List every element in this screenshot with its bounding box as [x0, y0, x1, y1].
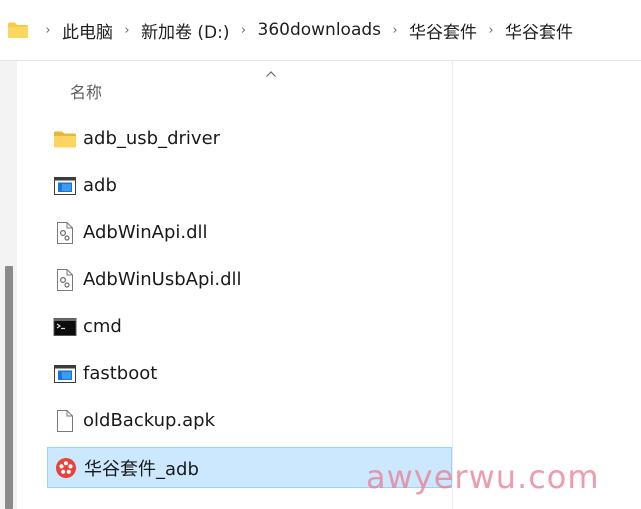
blank-file-icon: [53, 409, 77, 433]
chevron-right-icon[interactable]: ›: [35, 23, 61, 38]
chevron-right-icon[interactable]: ›: [114, 23, 140, 38]
terminal-icon: [53, 315, 77, 339]
list-item[interactable]: oldBackup.apk: [47, 401, 451, 440]
list-item[interactable]: AdbWinUsbApi.dll: [47, 260, 451, 299]
application-icon: [53, 362, 77, 386]
breadcrumb-item-360downloads[interactable]: 360downloads: [257, 20, 383, 40]
list-item[interactable]: adb_usb_driver: [47, 119, 451, 158]
column-divider[interactable]: [452, 61, 453, 509]
file-name: AdbWinApi.dll: [83, 222, 208, 243]
dll-file-icon: [53, 268, 77, 292]
breadcrumb-item-drive-d[interactable]: 新加卷 (D:): [140, 18, 231, 43]
watermark: awyerwu.com: [366, 458, 600, 496]
red-flower-app-icon: [54, 456, 78, 480]
application-icon: [53, 174, 77, 198]
file-name: fastboot: [83, 363, 158, 384]
list-item[interactable]: adb: [47, 166, 451, 205]
folder-icon: [53, 127, 77, 151]
file-list: 名称 adb_usb_driver adb AdbWinApi.dll AdbW…: [17, 61, 641, 509]
file-explorer-window: › 此电脑 › 新加卷 (D:) › 360downloads › 华谷套件 ›…: [0, 0, 641, 509]
chevron-right-icon[interactable]: ›: [231, 23, 257, 38]
file-name: 华谷套件_adb: [84, 458, 199, 480]
file-name: oldBackup.apk: [83, 410, 216, 431]
breadcrumb-item-huagu-suite-current[interactable]: 华谷套件: [504, 18, 574, 43]
list-item[interactable]: fastboot: [47, 354, 451, 393]
dll-file-icon: [53, 221, 77, 245]
breadcrumb-item-this-pc[interactable]: 此电脑: [61, 18, 114, 43]
file-name: cmd: [83, 316, 122, 337]
column-header-name[interactable]: 名称: [70, 79, 102, 103]
list-item[interactable]: AdbWinApi.dll: [47, 213, 451, 252]
navigation-pane: [0, 61, 17, 509]
list-item[interactable]: cmd: [47, 307, 451, 346]
file-name: adb_usb_driver: [83, 128, 221, 149]
breadcrumb-item-huagu-suite[interactable]: 华谷套件: [408, 18, 478, 43]
breadcrumb: › 此电脑 › 新加卷 (D:) › 360downloads › 华谷套件 ›…: [35, 18, 574, 43]
file-name: adb: [83, 175, 117, 196]
folder-icon: [7, 21, 29, 39]
chevron-right-icon[interactable]: ›: [382, 23, 408, 38]
address-bar[interactable]: › 此电脑 › 新加卷 (D:) › 360downloads › 华谷套件 ›…: [0, 0, 641, 61]
file-name: AdbWinUsbApi.dll: [83, 269, 242, 290]
nav-scrollbar-thumb[interactable]: [5, 266, 13, 509]
chevron-right-icon[interactable]: ›: [478, 23, 504, 38]
sort-ascending-icon: [265, 64, 277, 77]
